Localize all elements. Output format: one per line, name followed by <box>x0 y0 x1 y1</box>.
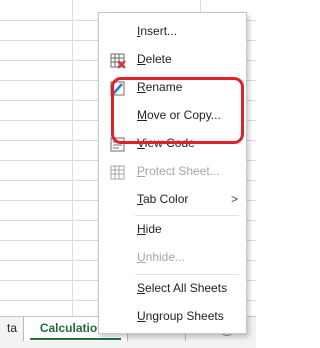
menu-item-label: View Code <box>137 136 195 150</box>
menu-item-label: Hide <box>137 222 162 236</box>
menu-item-move-or-copy[interactable]: Move or Copy... <box>99 101 246 129</box>
sheet-context-menu: Insert... Delete Rename Move or Copy... … <box>98 12 247 334</box>
menu-item-view-code[interactable]: View Code <box>99 129 246 157</box>
menu-item-protect-sheet[interactable]: Protect Sheet... <box>99 157 246 185</box>
grid-col-line <box>72 0 73 316</box>
menu-item-label: Move or Copy... <box>137 108 221 122</box>
view-code-icon <box>110 135 126 152</box>
menu-item-insert[interactable]: Insert... <box>99 17 246 45</box>
menu-item-label: Unhide... <box>137 250 186 264</box>
submenu-arrow-icon: > <box>230 192 238 206</box>
menu-item-label: Delete <box>137 52 172 66</box>
rename-sheet-icon <box>110 79 126 96</box>
menu-item-rename[interactable]: Rename <box>99 73 246 101</box>
menu-item-unhide[interactable]: Unhide... <box>99 243 246 271</box>
protect-sheet-icon <box>110 163 126 180</box>
menu-item-select-all-sheets[interactable]: Select All Sheets <box>99 274 246 302</box>
menu-item-tab-color[interactable]: Tab Color > <box>99 185 246 213</box>
menu-item-delete[interactable]: Delete <box>99 45 246 73</box>
menu-item-label: Tab Color <box>137 192 189 206</box>
menu-item-label: Select All Sheets <box>137 281 228 295</box>
menu-item-hide[interactable]: Hide <box>99 215 246 243</box>
menu-item-label: Insert... <box>137 24 178 38</box>
menu-item-label: Ungroup Sheets <box>137 309 224 323</box>
menu-item-label: Protect Sheet... <box>137 164 220 178</box>
tab-data[interactable]: ta <box>0 317 24 341</box>
menu-item-label: Rename <box>137 80 183 94</box>
menu-item-ungroup-sheets[interactable]: Ungroup Sheets <box>99 302 246 330</box>
delete-sheet-icon <box>110 51 126 69</box>
